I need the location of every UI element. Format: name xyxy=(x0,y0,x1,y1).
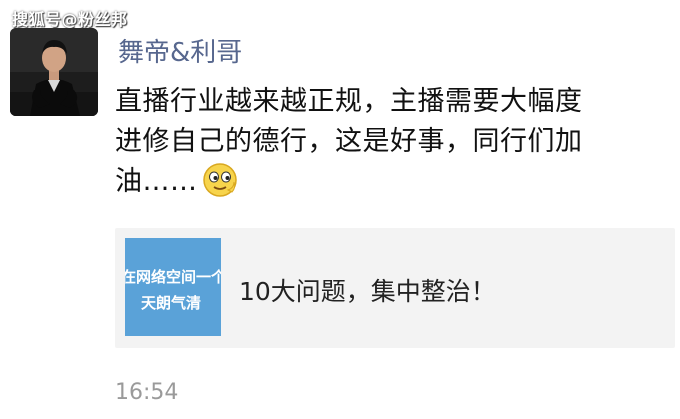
sly-smile-emoji-icon xyxy=(202,163,237,197)
post-text: 直播行业越来越正规，主播需要大幅度 进修自己的德行，这是好事，同行们加 油…… xyxy=(115,82,675,202)
post-text-line-content: 油…… xyxy=(115,166,198,197)
thumbnail-text: 天朗气清 xyxy=(141,294,202,312)
shared-link-card[interactable]: 在网络空间一个 天朗气清 10大问题，集中整治！ xyxy=(115,228,675,348)
post-text-line: 进修自己的德行，这是好事，同行们加 xyxy=(115,126,583,157)
post-text-line: 直播行业越来越正规，主播需要大幅度 xyxy=(115,86,583,117)
thumbnail-text: 在网络空间一个 xyxy=(125,268,221,286)
watermark: 搜狐号@粉丝邦 xyxy=(12,10,128,29)
author-name[interactable]: 舞帝&利哥 xyxy=(118,32,242,69)
shared-link-title: 10大问题，集中整治！ xyxy=(239,277,496,306)
avatar[interactable] xyxy=(10,28,98,116)
moments-post-screen: 搜狐号@粉丝邦 舞帝&利哥 直播行业越来越正规，主播需要大幅度 进修自己的德行，… xyxy=(0,0,680,419)
post-text-line: 油…… xyxy=(115,162,675,202)
avatar-photo-icon xyxy=(10,28,98,116)
post-timestamp: 16:54 xyxy=(115,380,179,405)
shared-link-thumbnail: 在网络空间一个 天朗气清 xyxy=(125,238,221,336)
